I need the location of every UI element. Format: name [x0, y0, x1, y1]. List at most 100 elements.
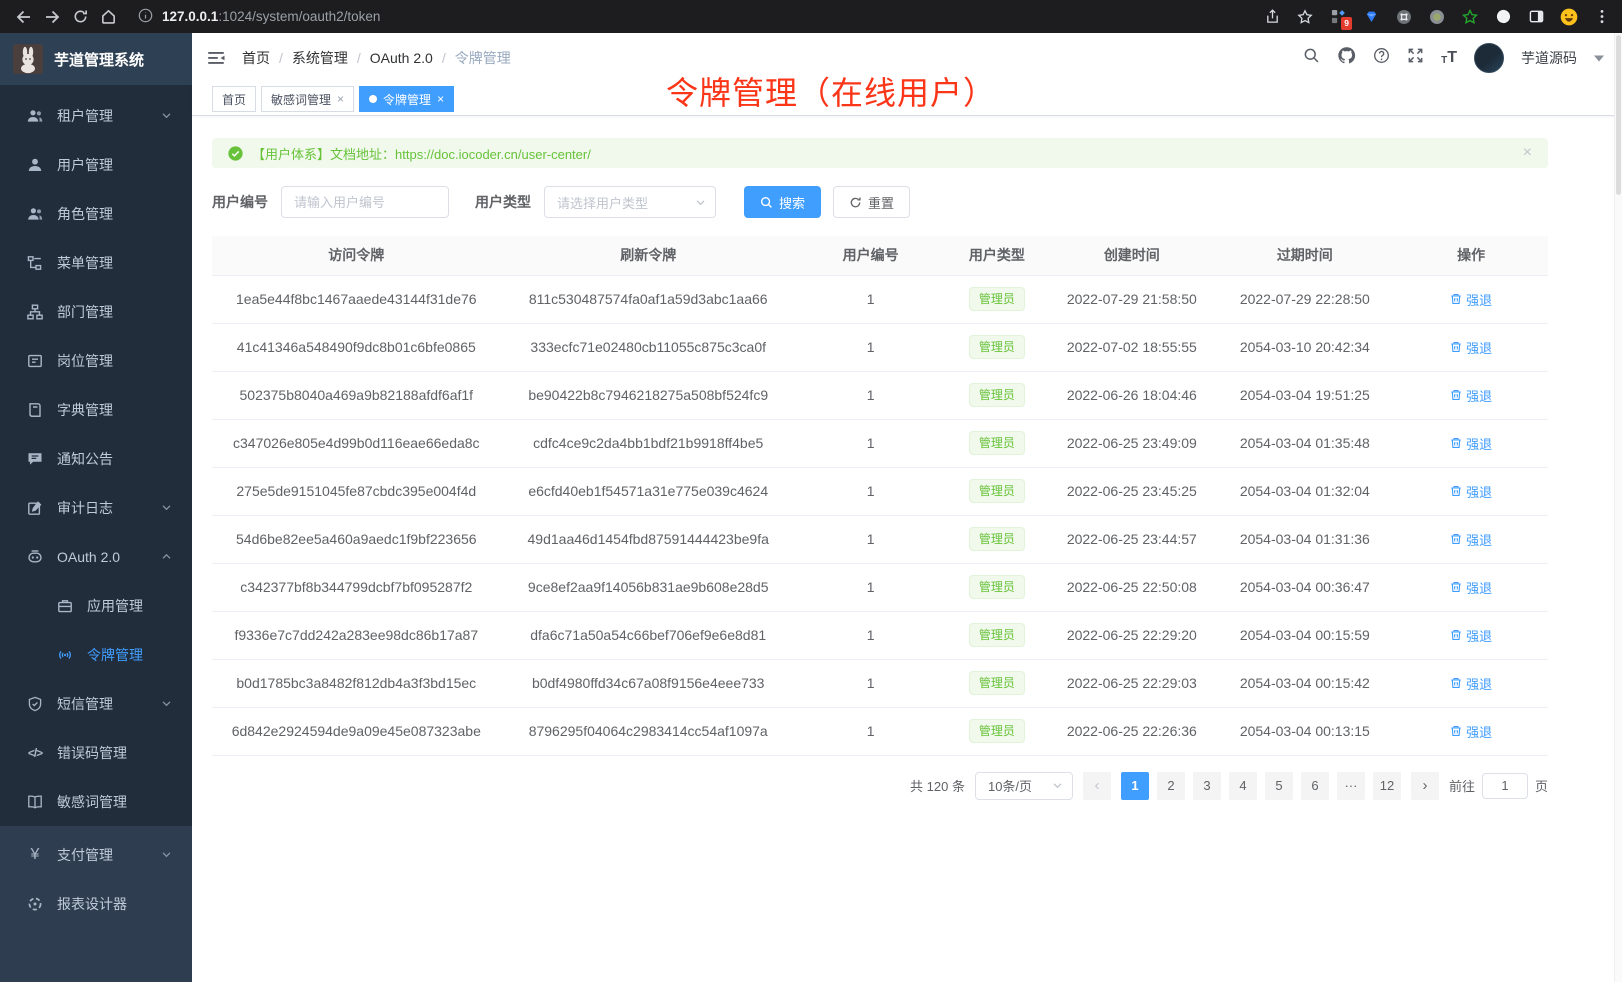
page-button[interactable]: 12	[1373, 772, 1401, 800]
sidebar-item-pay[interactable]: ¥支付管理	[0, 830, 192, 879]
force-logout-button[interactable]: 强退	[1450, 578, 1492, 597]
star-extension-icon[interactable]	[1460, 7, 1480, 27]
pinwheel-extension-icon[interactable]	[1493, 7, 1513, 27]
force-logout-button[interactable]: 强退	[1450, 530, 1492, 549]
collapse-sidebar-icon[interactable]	[206, 48, 226, 68]
address-bar[interactable]: 127.0.0.1:1024/system/oauth2/token	[138, 8, 380, 26]
sidebar-item-user[interactable]: 用户管理	[0, 140, 192, 189]
scrollbar-thumb[interactable]	[1616, 35, 1621, 195]
sidebar-item-app[interactable]: 应用管理	[0, 581, 192, 630]
table-row: 275e5de9151045fe87cbdc395e004f4de6cfd40e…	[212, 467, 1548, 515]
user-caret-icon[interactable]	[1594, 49, 1604, 67]
force-logout-button[interactable]: 强退	[1450, 674, 1492, 693]
sidebar-item-post[interactable]: 岗位管理	[0, 336, 192, 385]
reset-button[interactable]: 重置	[833, 186, 910, 218]
sidebar-item-audit[interactable]: 审计日志	[0, 483, 192, 532]
sidebar-item-oauth[interactable]: OAuth 2.0	[0, 532, 192, 581]
sidebar-item-label: 部门管理	[57, 302, 113, 322]
goto-page-input[interactable]	[1482, 773, 1528, 799]
user-id-input[interactable]	[281, 186, 449, 218]
search-icon[interactable]	[1303, 47, 1320, 69]
sidebar-item-notice[interactable]: 通知公告	[0, 434, 192, 483]
github-icon[interactable]	[1337, 46, 1356, 70]
page-size-select[interactable]: 10条/页	[975, 772, 1073, 800]
site-info-icon[interactable]	[138, 8, 153, 26]
breadcrumb-separator: /	[442, 50, 446, 66]
breadcrumb-item[interactable]: OAuth 2.0	[370, 50, 433, 66]
next-page-button[interactable]: ›	[1411, 772, 1439, 800]
search-button[interactable]: 搜索	[744, 186, 821, 218]
created-at-cell: 2022-06-25 23:45:25	[1048, 467, 1215, 515]
sidebar-item-token[interactable]: 令牌管理	[0, 630, 192, 679]
force-logout-button[interactable]: 强退	[1450, 482, 1492, 501]
force-logout-button[interactable]: 强退	[1450, 434, 1492, 453]
command-extension-icon[interactable]	[1394, 7, 1414, 27]
doc-link[interactable]: https://doc.iocoder.cn/user-center/	[395, 147, 591, 162]
sidebar-item-tenant-users[interactable]: 租户管理	[0, 91, 192, 140]
delete-icon	[1450, 581, 1462, 593]
sidebar-item-sms[interactable]: 短信管理	[0, 679, 192, 728]
browser-forward-icon[interactable]	[38, 3, 66, 31]
user-type-tag: 管理员	[969, 287, 1025, 311]
sidebar-item-dict[interactable]: 字典管理	[0, 385, 192, 434]
user-type-cell: 管理员	[945, 323, 1048, 371]
user-type-cell: 管理员	[945, 611, 1048, 659]
browser-home-icon[interactable]	[94, 3, 122, 31]
breadcrumb-item[interactable]: 系统管理	[292, 48, 348, 68]
username[interactable]: 芋道源码	[1521, 48, 1577, 68]
force-logout-button[interactable]: 强退	[1450, 722, 1492, 741]
kebab-menu-icon[interactable]	[1592, 7, 1612, 27]
force-logout-button[interactable]: 强退	[1450, 290, 1492, 309]
tag-view-tab[interactable]: 令牌管理×	[359, 86, 454, 112]
sidebar-item-role[interactable]: 角色管理	[0, 189, 192, 238]
page-button[interactable]: 3	[1193, 772, 1221, 800]
browser-back-icon[interactable]	[10, 3, 38, 31]
browser-reload-icon[interactable]	[66, 3, 94, 31]
banner-close-icon[interactable]: ×	[1523, 145, 1532, 161]
page-button[interactable]: 4	[1229, 772, 1257, 800]
user-avatar[interactable]	[1474, 43, 1504, 73]
app-logo[interactable]: 芋道管理系统	[0, 33, 192, 85]
delete-icon	[1450, 389, 1462, 401]
page-button[interactable]: 5	[1265, 772, 1293, 800]
user-type-select[interactable]: 请选择用户类型	[544, 186, 716, 218]
sidebar-item-errcode[interactable]: </>错误码管理	[0, 728, 192, 777]
sidebar-item-sensitive[interactable]: 敏感词管理	[0, 777, 192, 826]
prev-page-button[interactable]: ‹	[1083, 772, 1111, 800]
close-tab-icon[interactable]: ×	[337, 93, 344, 105]
close-tab-icon[interactable]: ×	[437, 93, 444, 105]
actions-cell: 强退	[1394, 707, 1548, 755]
font-size-icon[interactable]: TT	[1441, 50, 1457, 66]
sidebar-item-dept[interactable]: 部门管理	[0, 287, 192, 336]
success-check-icon	[228, 146, 243, 161]
force-logout-button[interactable]: 强退	[1450, 338, 1492, 357]
page-button[interactable]: 2	[1157, 772, 1185, 800]
sidebar: 芋道管理系统 租户管理用户管理角色管理菜单管理部门管理岗位管理字典管理通知公告审…	[0, 33, 192, 982]
force-logout-button[interactable]: 强退	[1450, 626, 1492, 645]
breadcrumb-item[interactable]: 首页	[242, 48, 270, 68]
page-scrollbar[interactable]	[1614, 33, 1622, 982]
help-icon[interactable]	[1373, 47, 1390, 69]
bookmark-star-icon[interactable]	[1295, 7, 1315, 27]
access-token-cell: 6d842e2924594de9a09e45e087323abe	[212, 707, 501, 755]
sidebar-item-report[interactable]: 报表设计器	[0, 879, 192, 928]
tag-view-tab[interactable]: 首页	[212, 86, 256, 112]
extensions-grid-icon[interactable]: 9	[1328, 7, 1348, 27]
sidebar-item-menu-tree[interactable]: 菜单管理	[0, 238, 192, 287]
share-icon[interactable]	[1262, 7, 1282, 27]
tag-view-tab[interactable]: 敏感词管理×	[261, 86, 354, 112]
fullscreen-icon[interactable]	[1407, 47, 1424, 69]
page-button[interactable]: 6	[1301, 772, 1329, 800]
record-extension-icon[interactable]	[1427, 7, 1447, 27]
more-pages-button[interactable]: ···	[1337, 772, 1365, 800]
page-button[interactable]: 1	[1121, 772, 1149, 800]
access-token-cell: b0d1785bc3a8482f812db4a3f3bd15ec	[212, 659, 501, 707]
column-header: 创建时间	[1048, 236, 1215, 275]
side-panel-icon[interactable]	[1526, 7, 1546, 27]
gem-extension-icon[interactable]	[1361, 7, 1381, 27]
profile-emoji-avatar[interactable]	[1559, 7, 1579, 27]
access-token-cell: c347026e805e4d99b0d116eae66eda8c	[212, 419, 501, 467]
force-logout-button[interactable]: 强退	[1450, 386, 1492, 405]
table-header-row: 访问令牌刷新令牌用户编号用户类型创建时间过期时间操作	[212, 236, 1548, 275]
sidebar-item-label: 错误码管理	[57, 743, 127, 763]
